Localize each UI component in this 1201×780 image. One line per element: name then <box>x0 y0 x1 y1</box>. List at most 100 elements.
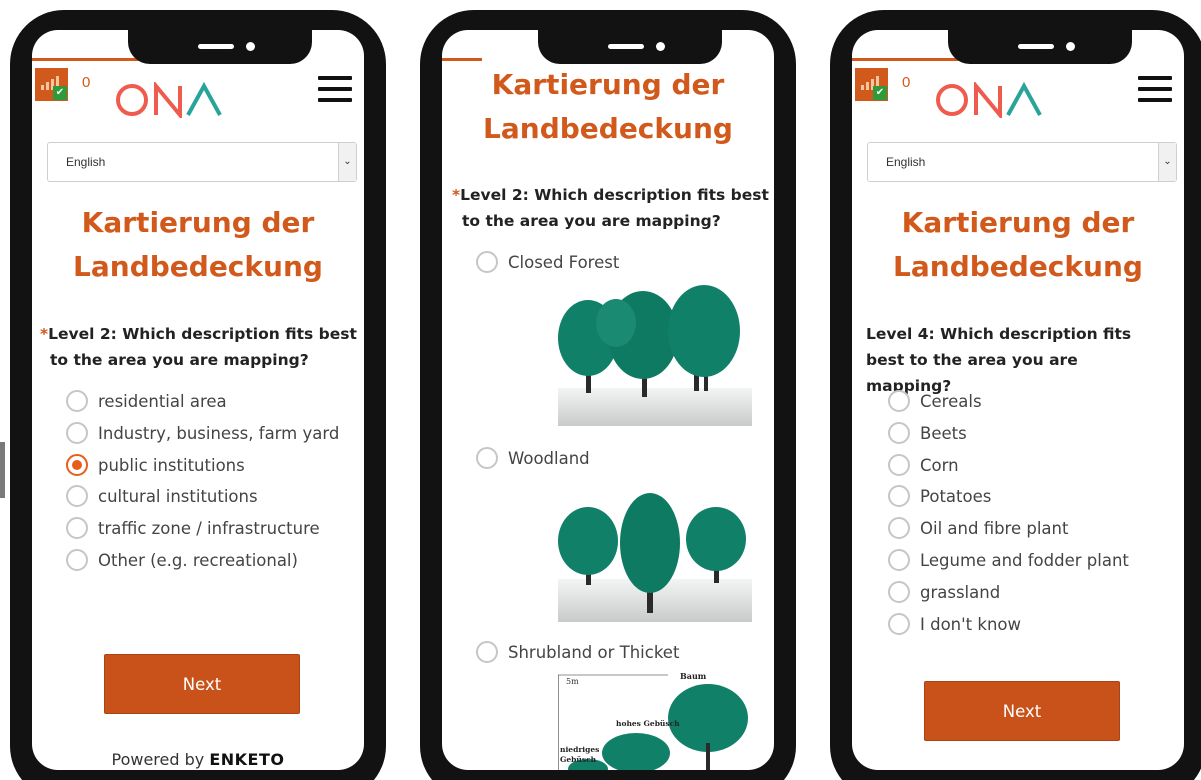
low-shrub-label-2: Gebüsch <box>560 755 597 764</box>
option-label: Beets <box>920 423 967 443</box>
hamburger-menu-icon[interactable] <box>1138 76 1172 106</box>
tree-label: Baum <box>680 671 707 681</box>
chevron-down-icon: ⌄ <box>338 143 356 181</box>
radio-option[interactable]: I don't know <box>888 612 1021 636</box>
progress-bar <box>32 58 150 61</box>
next-button[interactable]: Next <box>924 681 1120 741</box>
radio-option[interactable]: Beets <box>888 421 967 445</box>
form-title-line-2: Landbedeckung <box>893 250 1143 283</box>
woodland-image <box>558 493 752 622</box>
radio-option[interactable]: cultural institutions <box>66 484 258 508</box>
radio-button[interactable] <box>888 549 910 571</box>
form-title-line-1: Kartierung der <box>81 206 315 239</box>
phone-frame-3: ✔ 0 English ⌄ Kartierung der Landbedecku… <box>830 10 1201 780</box>
hamburger-menu-icon[interactable] <box>318 76 352 106</box>
form-title-line-1: Kartierung der <box>491 68 725 101</box>
radio-option[interactable]: Oil and fibre plant <box>888 516 1068 540</box>
ona-logo <box>116 82 222 118</box>
speaker-icon <box>608 44 644 49</box>
phone-frame-2: Kartierung der Landbedeckung *Level 2: W… <box>420 10 796 780</box>
radio-button[interactable] <box>888 613 910 635</box>
radio-option[interactable]: Closed Forest <box>476 250 619 274</box>
screen-3: ✔ 0 English ⌄ Kartierung der Landbedecku… <box>852 30 1184 770</box>
radio-option[interactable]: Other (e.g. recreational) <box>66 548 298 572</box>
form-title-line-2: Landbedeckung <box>483 112 733 145</box>
form-title-line-1: Kartierung der <box>901 206 1135 239</box>
checkmark-icon: ✔ <box>53 86 67 100</box>
option-label: grassland <box>920 582 1001 602</box>
phone-frame-1: ✔ 0 English ⌄ Kartierung der Landbedecku… <box>10 10 386 780</box>
radio-button[interactable] <box>888 390 910 412</box>
offline-status-button[interactable]: ✔ <box>855 68 888 101</box>
option-label: public institutions <box>98 455 245 475</box>
tall-shrub-label: hohes Gebüsch <box>616 719 680 728</box>
closed-forest-image <box>558 285 752 426</box>
phone-notch <box>128 30 312 64</box>
radio-button[interactable] <box>888 581 910 603</box>
radio-button[interactable] <box>888 517 910 539</box>
next-button[interactable]: Next <box>104 654 300 714</box>
powered-by-footer: Powered by ENKETO <box>32 750 364 769</box>
option-label: residential area <box>98 391 227 411</box>
radio-option[interactable]: traffic zone / infrastructure <box>66 516 320 540</box>
radio-option-selected[interactable]: public institutions <box>66 453 245 477</box>
question-label: Level 4: Which description fits best to … <box>866 325 1132 395</box>
phone-notch <box>948 30 1132 64</box>
radio-option[interactable]: grassland <box>888 580 1000 604</box>
question-label: *Level 2: Which description fits best to… <box>452 182 772 234</box>
powered-by-text: Powered by <box>111 750 205 769</box>
height-scale-label: 5m <box>566 677 579 686</box>
radio-button[interactable] <box>888 422 910 444</box>
language-select-value: English <box>886 155 926 169</box>
radio-button[interactable] <box>66 390 88 412</box>
radio-button[interactable] <box>66 549 88 571</box>
radio-option[interactable]: Corn <box>888 453 959 477</box>
app-header: ✔ 0 <box>32 66 364 130</box>
radio-button[interactable] <box>66 517 88 539</box>
radio-option[interactable]: residential area <box>66 389 227 413</box>
app-header: ✔ 0 <box>852 66 1184 130</box>
camera-icon <box>1066 42 1075 51</box>
radio-option[interactable]: Potatoes <box>888 484 991 508</box>
radio-option[interactable]: Industry, business, farm yard <box>66 421 339 445</box>
option-label: cultural institutions <box>98 486 258 506</box>
screen-1: ✔ 0 English ⌄ Kartierung der Landbedecku… <box>32 30 364 770</box>
required-marker: * <box>40 325 49 343</box>
radio-option[interactable]: Legume and fodder plant <box>888 548 1129 572</box>
option-label: traffic zone / infrastructure <box>98 518 320 538</box>
enketo-logo[interactable]: ENKETO <box>209 750 284 769</box>
radio-button[interactable] <box>476 641 498 663</box>
required-marker: * <box>452 186 461 204</box>
radio-button[interactable] <box>476 251 498 273</box>
language-select[interactable]: English ⌄ <box>867 142 1177 182</box>
radio-button[interactable] <box>888 454 910 476</box>
radio-option[interactable]: Cereals <box>888 389 982 413</box>
queue-count: 0 <box>902 74 911 91</box>
screen-2: Kartierung der Landbedeckung *Level 2: W… <box>442 30 774 770</box>
form-title-line-2: Landbedeckung <box>73 250 323 283</box>
radio-button-checked[interactable] <box>66 454 88 476</box>
option-label: Closed Forest <box>508 252 620 272</box>
radio-button[interactable] <box>66 422 88 444</box>
phone-side-button <box>0 442 5 498</box>
offline-status-button[interactable]: ✔ <box>35 68 68 101</box>
option-label: Corn <box>920 455 959 475</box>
phone-notch <box>538 30 722 64</box>
option-label: Potatoes <box>920 486 992 506</box>
option-label: Industry, business, farm yard <box>98 423 340 443</box>
ona-logo <box>936 82 1042 118</box>
queue-count: 0 <box>82 74 91 91</box>
option-label: Shrubland or Thicket <box>508 642 680 662</box>
radio-button[interactable] <box>66 485 88 507</box>
speaker-icon <box>198 44 234 49</box>
language-select[interactable]: English ⌄ <box>47 142 357 182</box>
radio-option[interactable]: Shrubland or Thicket <box>476 640 679 664</box>
camera-icon <box>656 42 665 51</box>
speaker-icon <box>1018 44 1054 49</box>
radio-button[interactable] <box>476 447 498 469</box>
radio-option[interactable]: Woodland <box>476 446 590 470</box>
option-label: Legume and fodder plant <box>920 550 1129 570</box>
radio-button[interactable] <box>888 485 910 507</box>
chevron-down-icon: ⌄ <box>1158 143 1176 181</box>
option-label: Woodland <box>508 448 590 468</box>
